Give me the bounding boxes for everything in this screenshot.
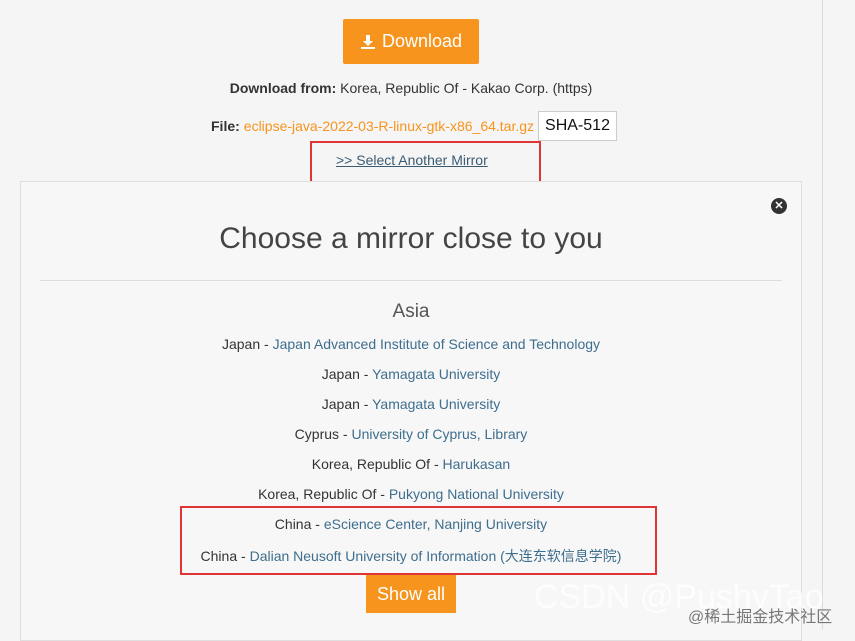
file-line: File: eclipse-java-2022-03-R-linux-gtk-x… <box>211 111 617 141</box>
download-from-label: Download from: <box>229 80 337 96</box>
mirror-separator: - <box>339 426 352 442</box>
mirror-link[interactable]: Harukasan <box>443 456 511 472</box>
mirror-link[interactable]: Yamagata University <box>372 396 500 412</box>
download-icon <box>360 34 375 49</box>
region-heading: Asia <box>392 301 430 322</box>
mirror-separator: - <box>359 366 373 382</box>
download-from: Download from: Korea, Republic Of - Kaka… <box>0 80 822 96</box>
panel-divider <box>40 280 782 281</box>
mirror-item: Japan - Yamagata University <box>0 366 822 382</box>
file-label: File: <box>211 118 240 134</box>
mirror-country: Japan <box>321 396 360 412</box>
mirror-separator: - <box>359 396 373 412</box>
close-icon[interactable]: ✕ <box>771 198 787 214</box>
show-all-button[interactable]: Show all <box>366 575 456 613</box>
file-link[interactable]: eclipse-java-2022-03-R-linux-gtk-x86_64.… <box>244 118 534 134</box>
mirror-country: Japan <box>221 336 261 352</box>
mirror-link[interactable]: Yamagata University <box>372 366 500 382</box>
mirror-item: Japan - Yamagata University <box>0 396 822 412</box>
mirror-item: Korea, Republic Of - Harukasan <box>0 456 822 472</box>
mirror-item: Japan - Japan Advanced Institute of Scie… <box>0 336 822 352</box>
mirror-separator: - <box>260 336 273 352</box>
watermark-secondary: @稀土掘金技术社区 <box>688 609 833 626</box>
mirror-item: Korea, Republic Of - Pukyong National Un… <box>0 486 822 502</box>
mirror-country: Korea, Republic Of <box>258 486 377 502</box>
mirror-separator: - <box>430 456 443 472</box>
download-from-value: Korea, Republic Of - Kakao Corp. (https) <box>340 80 593 96</box>
mirror-country: Korea, Republic Of <box>311 456 431 472</box>
download-button[interactable]: Download <box>343 19 479 64</box>
mirror-link[interactable]: Japan Advanced Institute of Science and … <box>273 336 600 352</box>
mirror-link[interactable]: Pukyong National University <box>389 486 564 502</box>
download-label: Download <box>381 31 463 51</box>
mirror-separator: - <box>376 486 389 502</box>
page-divider <box>822 0 823 630</box>
panel-title: Choose a mirror close to you <box>219 222 603 255</box>
mirror-item: Cyprus - University of Cyprus, Library <box>0 426 822 442</box>
highlight-box-china-mirrors <box>180 506 657 575</box>
mirror-country: Cyprus <box>294 426 340 442</box>
sha-512-button[interactable]: SHA-512 <box>538 111 617 141</box>
mirror-country: Japan <box>321 366 360 382</box>
mirror-link[interactable]: University of Cyprus, Library <box>351 426 527 442</box>
